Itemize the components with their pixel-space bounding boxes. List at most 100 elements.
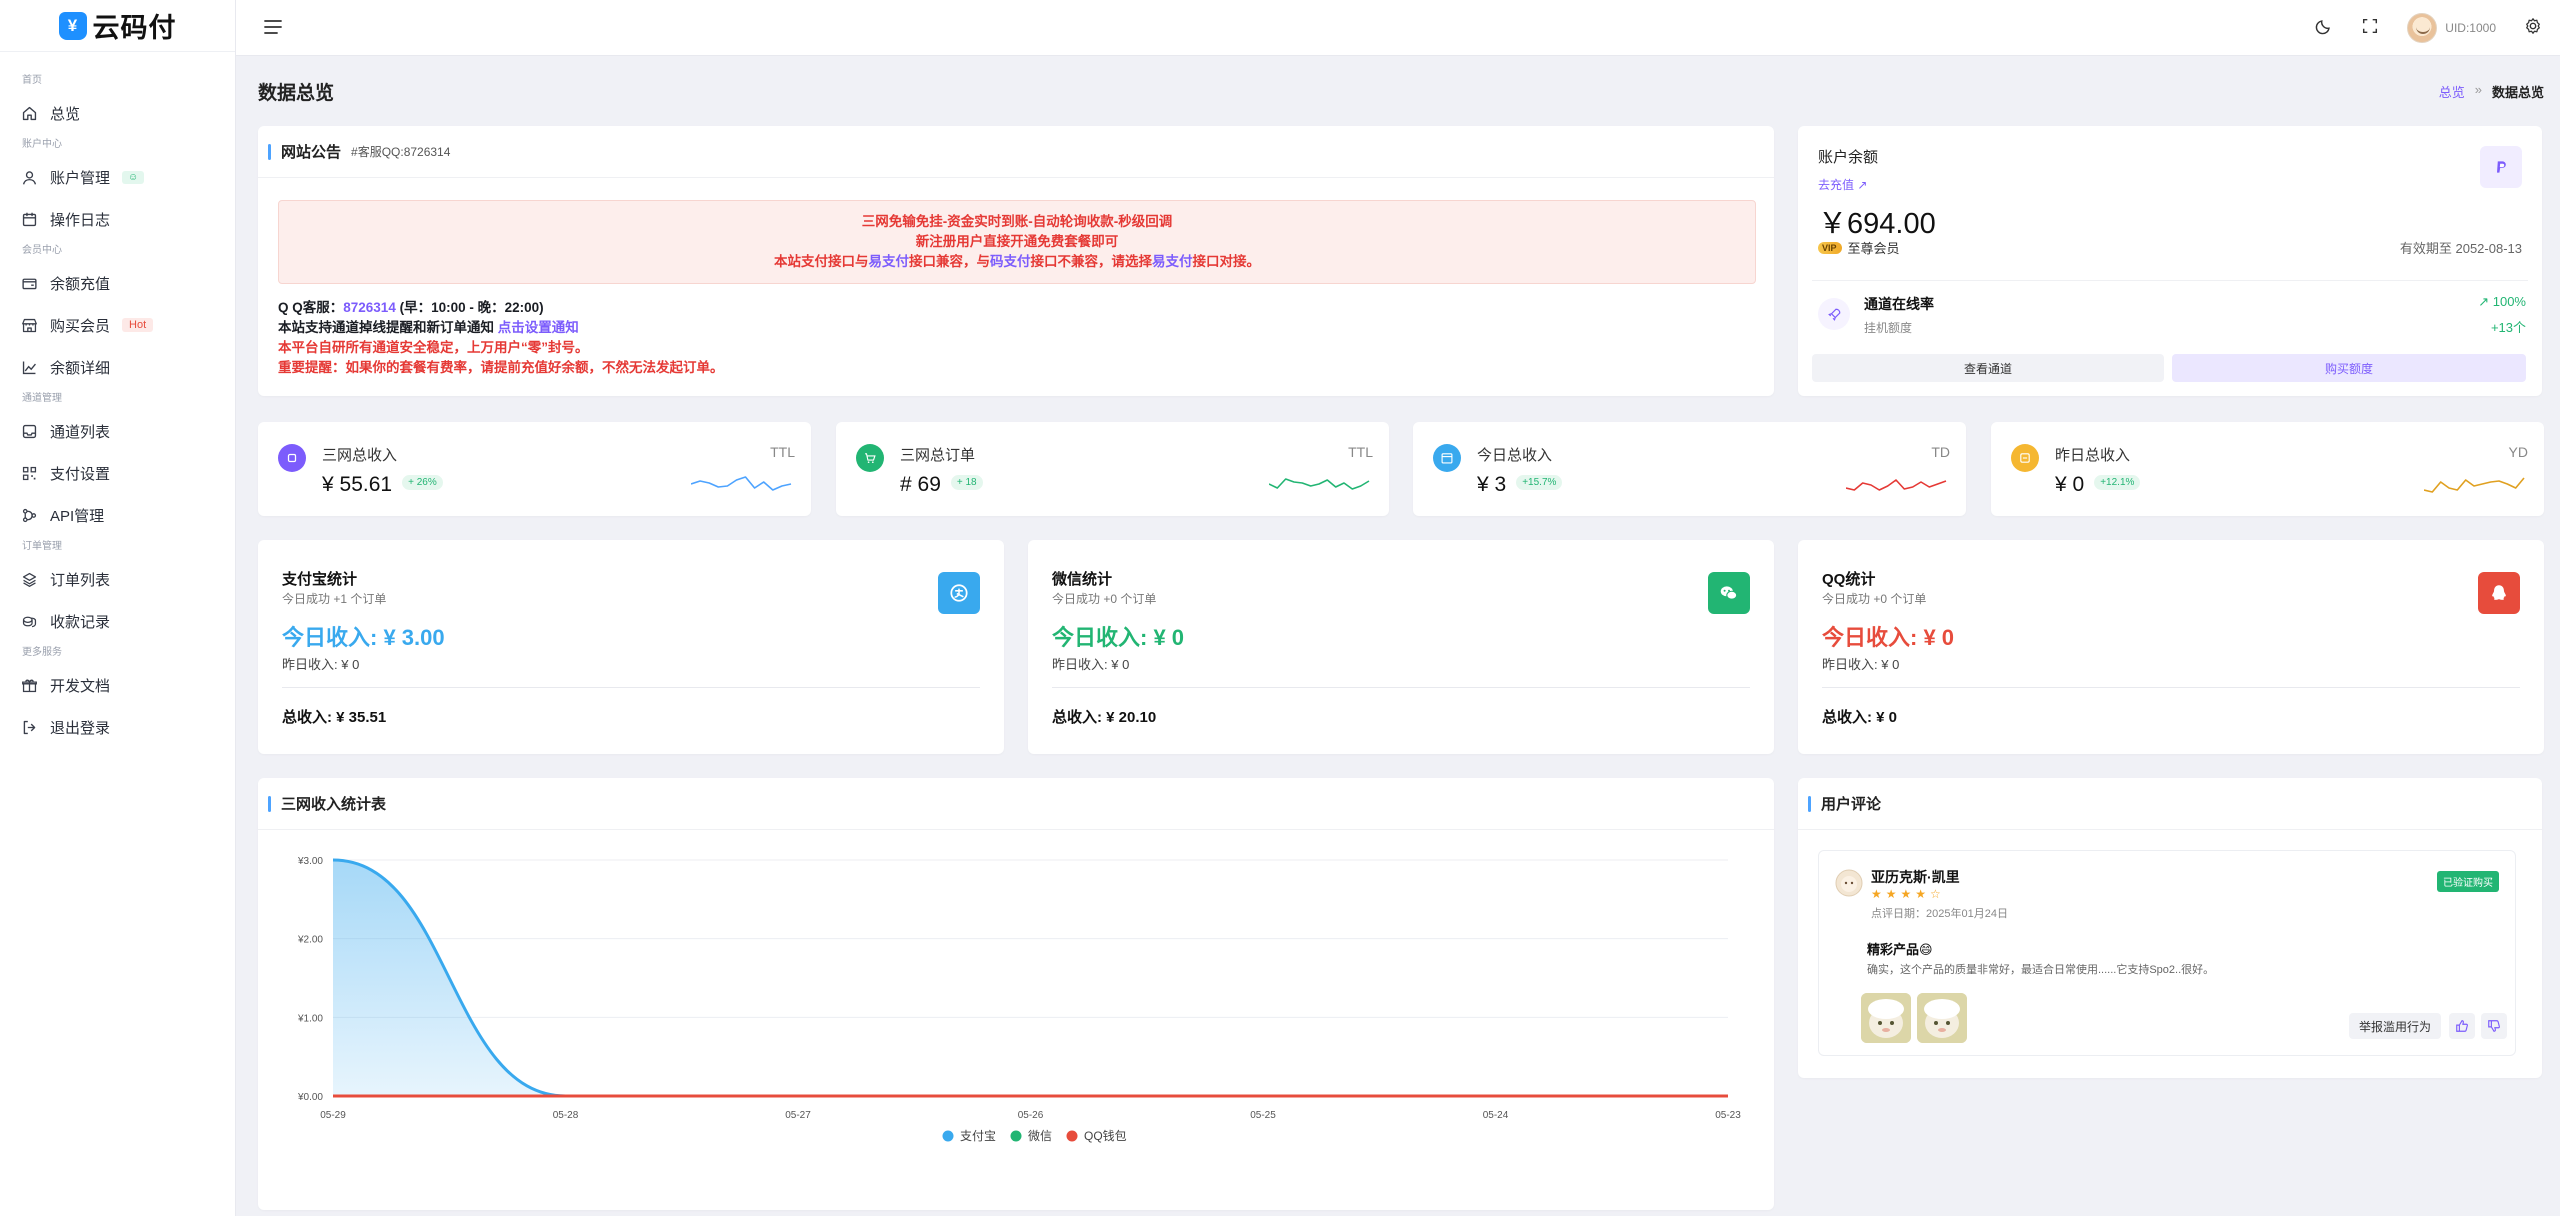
warning-line: 重要提醒：如果你的套餐有费率，请提前充值好余额，不然无法发起订单。 <box>278 360 724 375</box>
sidebar-section-title: 会员中心 <box>22 245 62 256</box>
report-abuse-button[interactable]: 举报滥用行为 <box>2348 1013 2441 1039</box>
y-tick-label: ¥0.00 <box>297 1092 323 1103</box>
dark-mode-button[interactable] <box>2315 17 2333 40</box>
sidebar-item[interactable]: 购买会员 Hot <box>0 304 235 346</box>
logout-icon <box>23 720 35 734</box>
coins-icon <box>20 612 38 630</box>
payment-total-income: 总收入: ¥ 35.51 <box>282 709 387 726</box>
review-image[interactable] <box>1861 993 1911 1043</box>
sidebar-item[interactable]: API管理 <box>0 494 235 536</box>
review-item: 亚历克斯·凯里 ★★★★☆ 点评日期：2025年01月24日 已验证购买 精彩产… <box>1818 850 2516 1056</box>
stat-icon <box>278 444 306 472</box>
sidebar-item[interactable]: 开发文档 <box>0 664 235 706</box>
sidebar-item-label: 余额详细 <box>50 359 111 377</box>
fullscreen-button[interactable] <box>2361 17 2379 40</box>
buy-quota-button[interactable]: 购买额度 <box>2172 354 2526 382</box>
user-menu[interactable]: UID:1000 <box>2407 13 2496 43</box>
sidebar-item-label: 余额充值 <box>50 275 111 293</box>
qq-number-link[interactable]: 8726314 <box>343 300 396 315</box>
calendar-icon <box>22 212 36 226</box>
dislike-button[interactable] <box>2481 1013 2507 1039</box>
like-button[interactable] <box>2449 1013 2475 1039</box>
x-tick-label: 05-27 <box>785 1110 811 1121</box>
stat-amount: ¥ 0 <box>2055 473 2085 496</box>
sidebar-item[interactable]: 余额充值 <box>0 262 235 304</box>
sidebar-item[interactable]: 通道列表 <box>0 410 235 452</box>
divider <box>1052 687 1750 688</box>
vip-level: VIP 至尊会员 <box>1818 238 1900 257</box>
menu-toggle-button[interactable] <box>262 16 284 38</box>
qq-icon <box>2492 585 2506 600</box>
sidebar-item-label: 账户管理 <box>50 169 111 187</box>
sidebar-item[interactable]: 收款记录 <box>0 600 235 642</box>
sidebar-section-title: 通道管理 <box>22 393 62 404</box>
stat-label: 三网总收入 <box>322 447 398 464</box>
stat-value: ¥ 3 +15.7% <box>1477 473 1563 497</box>
page-title: 数据总览 <box>258 83 335 104</box>
view-channels-button[interactable]: 查看通道 <box>1812 354 2164 382</box>
notice-line: 新注册用户直接开通免费套餐即可 <box>915 234 1119 249</box>
stat-value: ¥ 55.61 + 26% <box>322 473 443 497</box>
x-tick-label: 05-25 <box>1250 1110 1276 1121</box>
wallet-button[interactable] <box>2480 146 2522 188</box>
sidebar-item[interactable]: 账户管理 ☺ <box>0 156 235 198</box>
settings-button[interactable] <box>2524 17 2542 40</box>
stat-icon <box>1441 453 1453 464</box>
qq-icon <box>2478 572 2520 614</box>
title-accent-bar <box>1808 795 1811 812</box>
home-icon <box>20 104 38 122</box>
legend-marker <box>1066 1130 1078 1142</box>
sidebar-item[interactable]: 总览 <box>0 92 235 134</box>
channel-online-title: 通道在线率 <box>1864 296 1934 312</box>
stat-card: 昨日总收入 ¥ 0 +12.1% YD <box>1991 422 2544 516</box>
breadcrumb-separator: » <box>2474 82 2482 97</box>
stat-period-tag: YD <box>2508 444 2528 460</box>
reviewer-name: 亚历克斯·凯里 <box>1871 869 1960 885</box>
notify-settings-link[interactable]: 点击设置通知 <box>498 320 579 335</box>
stat-card: 三网总订单 # 69 + 18 TTL <box>836 422 1389 516</box>
notice-text: 接口对接。 <box>1192 254 1261 269</box>
logo[interactable]: ¥ 云码付 <box>0 0 235 52</box>
sidebar-item[interactable]: 订单列表 <box>0 558 235 600</box>
sidebar-item[interactable]: 支付设置 <box>0 452 235 494</box>
stat-period-tag: TD <box>1931 444 1950 460</box>
balance-card: 账户余额 去充值 ↗ ￥694.00 VIP 至尊会员 有效期至 2052-08… <box>1798 126 2542 396</box>
title-accent-bar <box>268 795 271 812</box>
stat-amount: ¥ 3 <box>1477 473 1507 496</box>
payment-subtitle: 今日成功 +0 个订单 <box>1052 592 1157 606</box>
payment-stats-card: QQ统计 今日成功 +0 个订单 今日收入: ¥ 0 昨日收入: ¥ 0 总收入… <box>1798 540 2544 754</box>
recharge-link[interactable]: 去充值 ↗ <box>1818 176 1867 193</box>
payment-subtitle: 今日成功 +1 个订单 <box>282 592 387 606</box>
review-body: 确实，这个产品的质量非常好，最适合日常使用......它支持Spo2..很好。 <box>1867 964 2215 976</box>
sparkline <box>1846 479 1947 491</box>
alipay-icon <box>938 572 980 614</box>
logout-icon <box>20 718 38 736</box>
notice-highlight: 易支付 <box>1152 254 1193 269</box>
sidebar-item-label: 购买会员 <box>50 317 111 335</box>
stat-card: 今日总收入 ¥ 3 +15.7% TD <box>1413 422 1966 516</box>
legend-marker <box>942 1130 954 1142</box>
sidebar: ¥ 云码付 首页 总览 账户中心 账户管理 ☺ 操作日志 会员中心 余额充值 购买会员… <box>0 0 236 1216</box>
notify-text: 本站支持通道掉线提醒和新订单通知 <box>278 320 498 335</box>
sidebar-item[interactable]: 操作日志 <box>0 198 235 240</box>
notice-line: 三网免输免挂-资金实时到账-自动轮询收款-秒级回调 <box>861 214 1173 229</box>
hamburger-icon <box>264 20 282 34</box>
stat-change-badge: +15.7% <box>1516 474 1563 490</box>
title-accent-bar <box>268 143 271 160</box>
sidebar-item-label: 退出登录 <box>50 719 111 737</box>
review-image[interactable] <box>1917 993 1967 1043</box>
stat-period-tag: TTL <box>1348 444 1373 460</box>
sparkline <box>2424 477 2525 493</box>
balance-amount: ￥694.00 <box>1818 208 1936 240</box>
sparkline <box>691 476 792 491</box>
legend-label: 微信 <box>1028 1129 1052 1143</box>
calendar-icon <box>20 210 38 228</box>
stable-line: 本平台自研所有通道安全稳定，上万用户“零”封号。 <box>278 340 589 355</box>
sidebar-nav: 首页 总览 账户中心 账户管理 ☺ 操作日志 会员中心 余额充值 购买会员 Hot 余额… <box>0 52 235 748</box>
sidebar-item[interactable]: 余额详细 <box>0 346 235 388</box>
review-date: 点评日期：2025年01月24日 <box>1871 908 2008 920</box>
thumbs-down-icon <box>2488 1020 2500 1032</box>
breadcrumb-home-link[interactable]: 总览 <box>2439 82 2465 101</box>
sidebar-item-label: 通道列表 <box>50 423 111 441</box>
sidebar-item[interactable]: 退出登录 <box>0 706 235 748</box>
